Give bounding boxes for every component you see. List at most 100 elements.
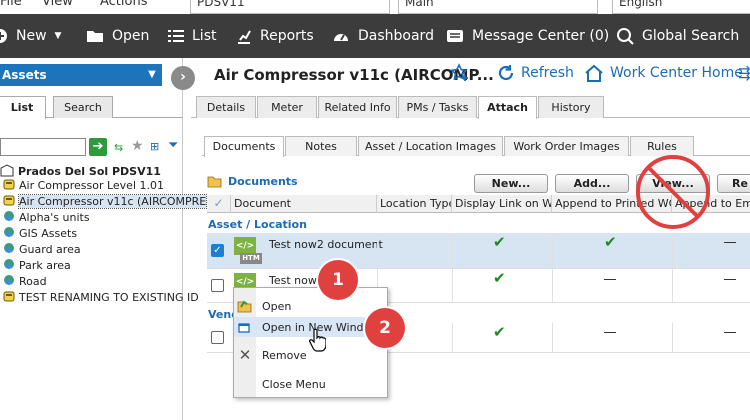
nav-list[interactable]: List	[168, 14, 216, 58]
nav-dashboard-label: Dashboard	[358, 28, 434, 44]
menu-file[interactable]: File	[0, 0, 22, 9]
append-email-dash	[724, 279, 736, 280]
tab-history[interactable]: History	[538, 96, 604, 118]
open-document-icon	[234, 296, 256, 316]
append-printed-dash	[604, 279, 616, 280]
refresh-icon	[498, 65, 514, 81]
refresh-label: Refresh	[521, 65, 574, 81]
subtab-asset-location-images[interactable]: Asset / Location Images	[358, 136, 503, 156]
reports-icon	[238, 30, 251, 44]
chevron-down-icon[interactable]: ▼	[142, 64, 162, 86]
go-arrow-icon[interactable]: ➔	[89, 138, 107, 156]
language-select[interactable]: English	[612, 0, 750, 14]
collapse-panel-button[interactable]: ›	[171, 66, 195, 90]
documents-label: Documents	[228, 175, 298, 188]
expand-all-icon[interactable]: ⇆	[114, 141, 123, 154]
column-document[interactable]: Document	[231, 195, 377, 213]
home-icon	[585, 64, 603, 82]
row-checkbox[interactable]	[211, 331, 224, 344]
plus-circle-icon	[0, 29, 7, 43]
nav-list-label: List	[192, 28, 217, 44]
append-email-dash	[724, 242, 736, 243]
left-tab-search[interactable]: Search	[53, 96, 113, 118]
tree-node-label: Guard area	[19, 243, 81, 256]
column-display-link[interactable]: Display Link on WO	[452, 195, 552, 213]
add-document-button[interactable]: Add...	[555, 174, 629, 193]
tree-node[interactable]: Air Compressor Level 1.01	[3, 178, 164, 193]
tree-node[interactable]: TEST RENAMING TO EXISTING ID	[3, 290, 199, 305]
nav-dashboard[interactable]: Dashboard	[332, 14, 434, 58]
module-selector[interactable]: Assets ▼	[0, 64, 162, 86]
tree-node[interactable]: GIS Assets	[3, 226, 77, 241]
remove-document-button[interactable]: Re	[717, 174, 750, 193]
site-select[interactable]: PDSV11	[190, 0, 390, 14]
add-favorite-icon[interactable]	[450, 63, 470, 83]
hand-cursor-icon	[308, 328, 327, 355]
menu-actions[interactable]: Actions	[100, 0, 148, 9]
tree-node-label: Air Compressor v11c (AIRCOMPRE	[17, 194, 208, 209]
work-center-home-button[interactable]: Work Center Home	[584, 64, 743, 82]
column-location-type[interactable]: Location Type	[377, 195, 452, 213]
tab-meter[interactable]: Meter	[257, 96, 317, 118]
subtab-work-order-images[interactable]: Work Order Images	[504, 136, 629, 156]
nav-global-search-label: Global Search	[642, 28, 740, 44]
main-tabs: Details Meter Related Info PMs / Tasks A…	[191, 96, 750, 119]
equipment-icon	[3, 290, 15, 305]
tree-node-label: Park area	[19, 259, 71, 272]
table-row[interactable]: ✓ </> HTM Test now2 document ✔ ✔	[207, 233, 750, 269]
equipment-icon	[3, 194, 15, 209]
documents-section-header: Documents	[207, 175, 298, 188]
menu-item-open[interactable]: Open	[234, 296, 387, 316]
menu-view[interactable]: View	[42, 0, 73, 9]
tree-node[interactable]: Road	[3, 274, 47, 289]
tab-details[interactable]: Details	[196, 96, 256, 118]
row-checkbox[interactable]	[211, 279, 224, 292]
nav-new[interactable]: New ▼	[0, 14, 61, 58]
nav-reports[interactable]: Reports	[236, 14, 314, 58]
callout-2: 2	[365, 308, 405, 348]
nav-reports-label: Reports	[260, 28, 314, 44]
nav-open-label: Open	[112, 28, 150, 44]
filter-icon[interactable]: ⏷	[168, 138, 178, 153]
tab-related-info[interactable]: Related Info	[318, 96, 397, 118]
tree-node-label: Alpha's units	[19, 211, 90, 224]
tab-pms-tasks[interactable]: PMs / Tasks	[398, 96, 477, 118]
nav-open[interactable]: Open	[86, 14, 149, 58]
nav-message-center-label: Message Center (0)	[472, 28, 610, 44]
tree-filter-input[interactable]	[0, 138, 86, 156]
star-icon[interactable]: ★	[131, 138, 144, 154]
view-select[interactable]: Main	[398, 0, 598, 14]
more-options-icon[interactable]: ⇶	[738, 64, 750, 82]
display-link-check-icon: ✔	[493, 233, 506, 251]
menu-item-close-menu[interactable]: Close Menu	[234, 374, 387, 394]
callout-1: 1	[318, 260, 358, 300]
prohibited-icon	[633, 152, 713, 232]
module-label: Assets	[2, 68, 47, 82]
select-all-icon[interactable]: ✓	[207, 195, 231, 213]
append-printed-dash	[604, 332, 616, 333]
tree-node-label: GIS Assets	[19, 227, 78, 240]
work-center-home-label: Work Center Home	[610, 65, 743, 81]
tree-node[interactable]: Air Compressor v11c (AIRCOMPRE	[3, 194, 208, 209]
subtab-notes[interactable]: Notes	[285, 136, 357, 156]
globe-icon	[3, 242, 15, 257]
refresh-button[interactable]: Refresh	[497, 64, 574, 82]
subtab-documents[interactable]: Documents	[204, 136, 284, 157]
nav-global-search[interactable]: Global Search	[616, 14, 739, 58]
new-window-icon	[234, 317, 256, 337]
nav-message-center[interactable]: Message Center (0)	[446, 14, 609, 58]
left-tab-list[interactable]: List	[0, 96, 46, 119]
document-name[interactable]: Test now2 document	[269, 238, 383, 251]
tab-attach[interactable]: Attach	[478, 96, 537, 119]
tree-node[interactable]: Prados Del Sol PDSV11	[0, 163, 161, 179]
tree-node[interactable]: Park area	[3, 258, 71, 273]
new-document-button[interactable]: New...	[474, 174, 548, 193]
folder-icon	[87, 31, 103, 42]
row-checkbox[interactable]: ✓	[211, 244, 224, 257]
gauge-icon	[334, 34, 348, 41]
tree-node[interactable]: Alpha's units	[3, 210, 90, 225]
filter-list-icon[interactable]: ⊞	[150, 140, 159, 153]
tree-node[interactable]: Guard area	[3, 242, 81, 257]
nav-new-label: New	[16, 28, 47, 44]
globe-search-icon	[617, 28, 634, 45]
